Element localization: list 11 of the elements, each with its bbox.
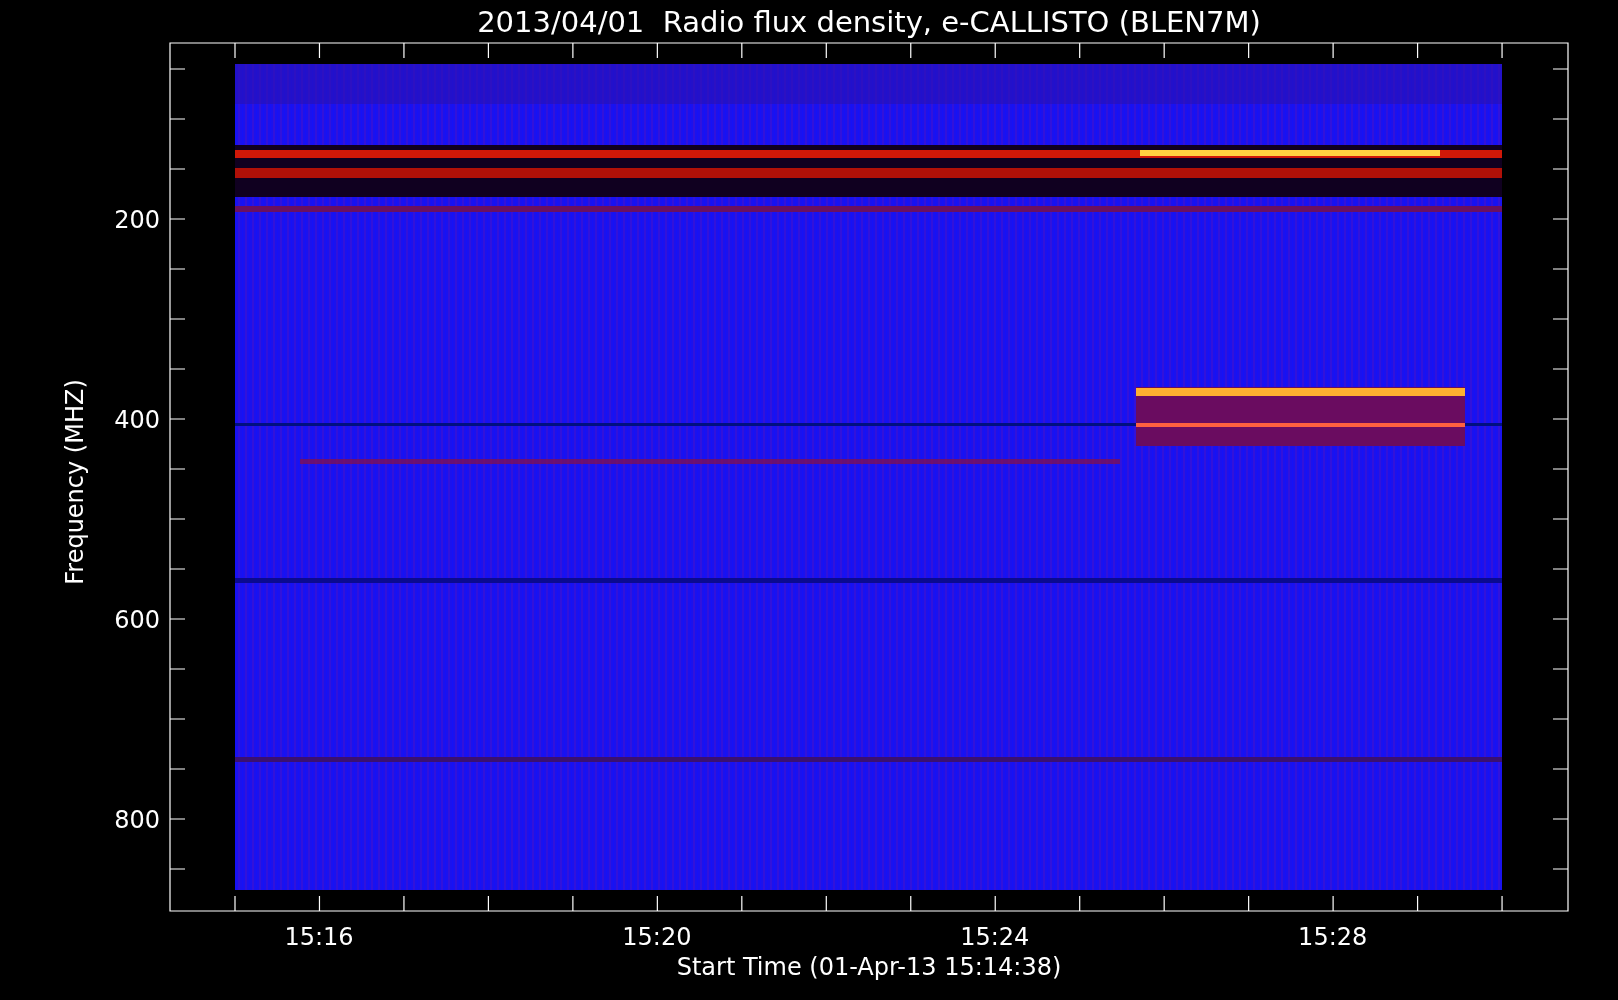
y-tick-label: 400	[114, 406, 160, 434]
x-tick-label: 15:16	[284, 923, 354, 951]
x-axis-label: Start Time (01-Apr-13 15:14:38)	[676, 953, 1062, 981]
y-tick-label: 800	[114, 806, 160, 834]
chart-title: 2013/04/01 Radio flux density, e-CALLISTO (BLEN7M)	[477, 5, 1261, 39]
x-tick-label: 15:20	[622, 923, 692, 951]
y-tick-label: 200	[114, 206, 160, 234]
y-tick-label: 600	[114, 606, 160, 634]
y-axis-label: Frequency (MHZ)	[61, 379, 89, 585]
x-tick-label: 15:24	[960, 923, 1030, 951]
x-tick-label: 15:28	[1298, 923, 1368, 951]
